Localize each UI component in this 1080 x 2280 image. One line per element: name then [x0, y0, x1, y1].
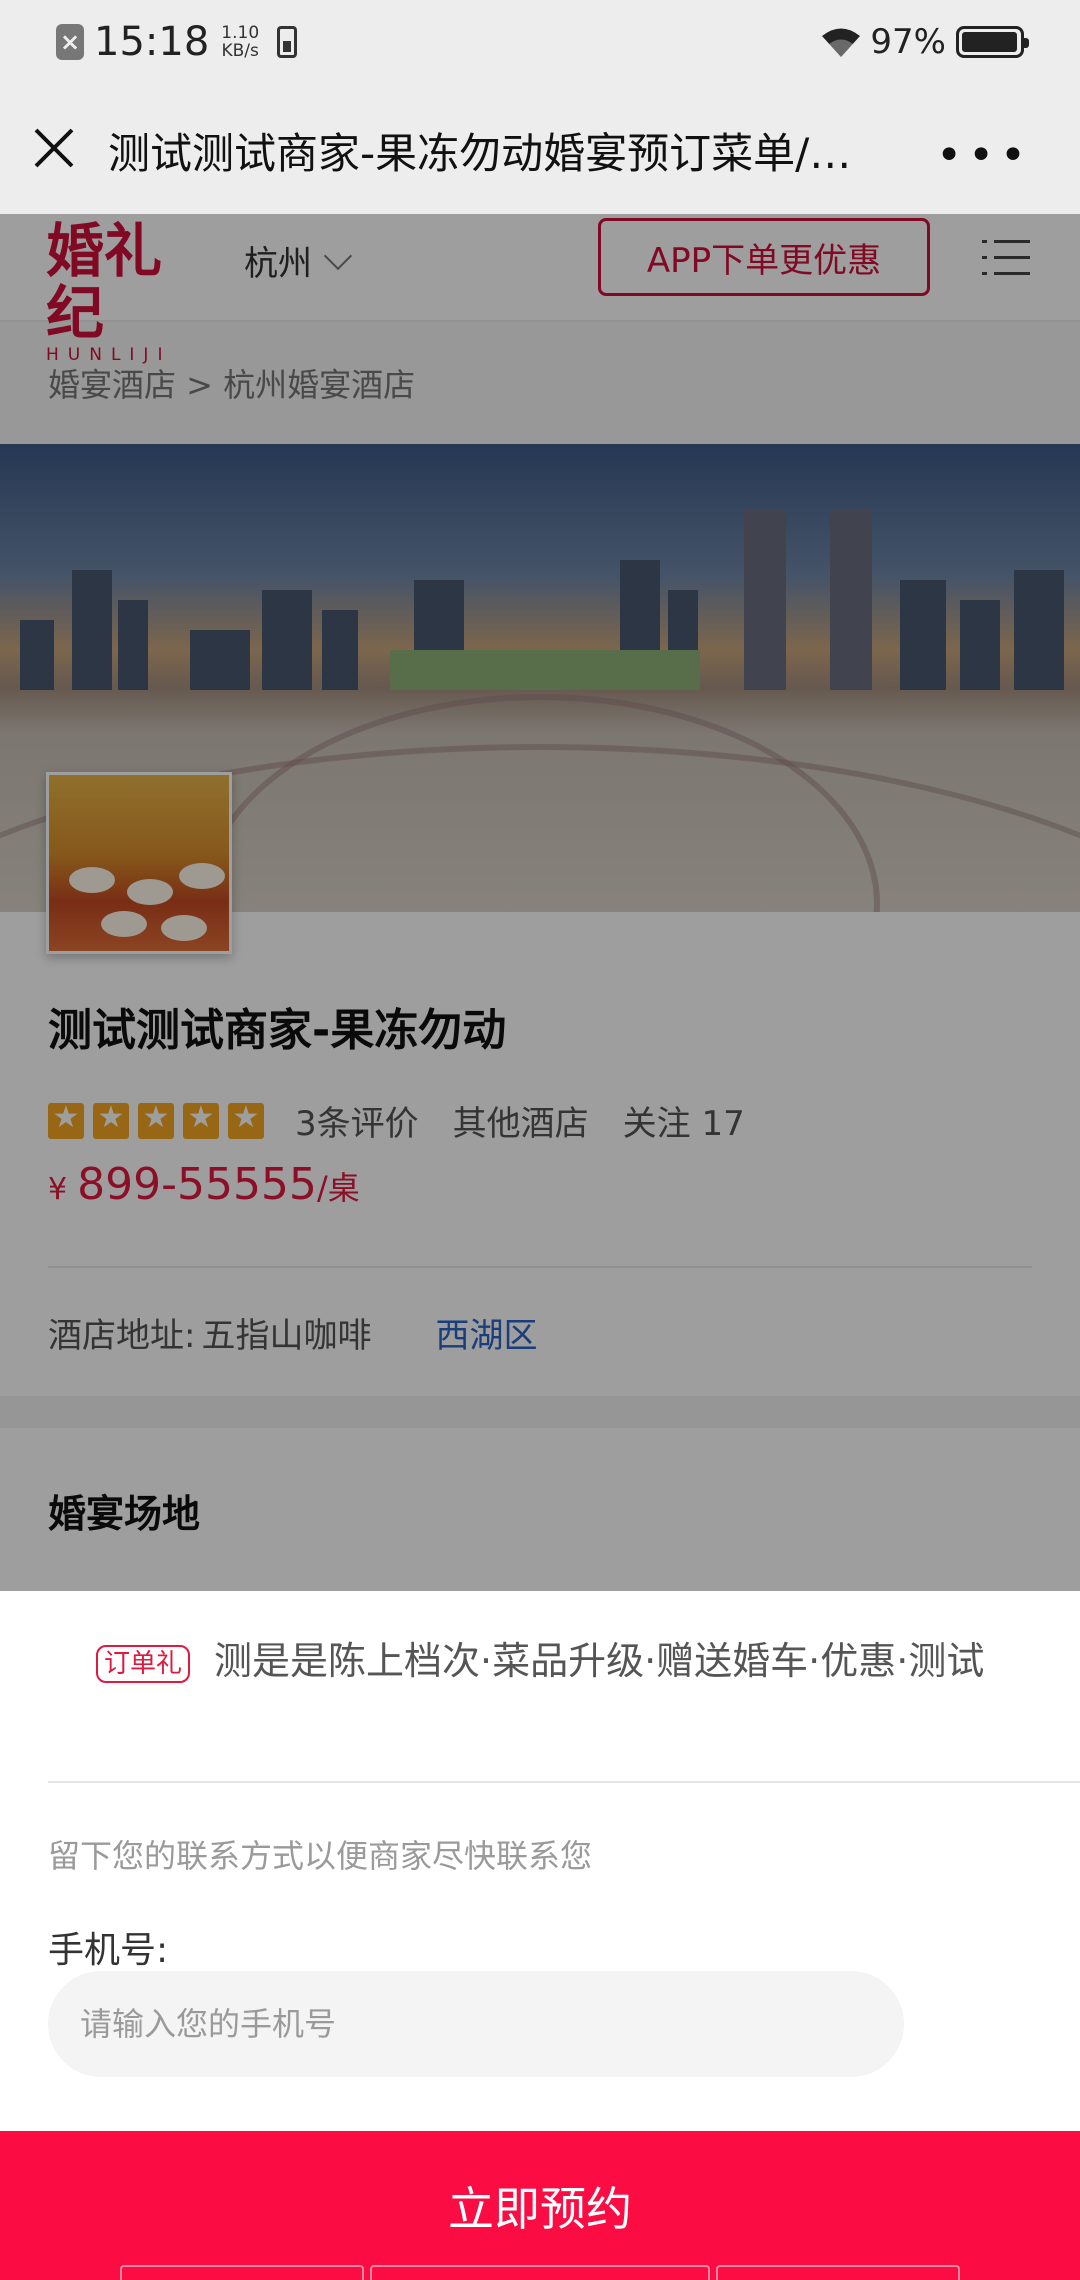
- promo-banner: 订单礼 测是是陈上档次·菜品升级·赠送婚车·优惠·测试: [96, 1635, 1036, 1687]
- booking-sheet: 订单礼 测是是陈上档次·菜品升级·赠送婚车·优惠·测试 留下您的联系方式以便商家尽…: [0, 1591, 1080, 2280]
- webview-titlebar: 测试测试商家-果冻勿动婚宴预订菜单/… •••: [0, 84, 1080, 214]
- promo-text: 测是是陈上档次·菜品升级·赠送婚车·优惠·测试: [214, 1639, 985, 1683]
- status-bar: × 15:18 1.10 KB/s 97%: [0, 0, 1080, 84]
- book-now-button[interactable]: 立即预约: [0, 2131, 1080, 2280]
- battery-icon: [956, 26, 1029, 58]
- close-icon[interactable]: [28, 122, 80, 174]
- more-options-button[interactable]: •••: [936, 130, 1032, 181]
- phone-input[interactable]: [48, 1971, 904, 2077]
- page-title: 测试测试商家-果冻勿动婚宴预订菜单/…: [108, 129, 852, 178]
- divider: [48, 1781, 1080, 1783]
- battery-percent: 97%: [870, 22, 946, 62]
- hidden-tab-edge: [716, 2265, 960, 2280]
- contact-hint: 留下您的联系方式以便商家尽快联系您: [48, 1837, 593, 1875]
- status-time: 15:18: [94, 19, 210, 65]
- hidden-tab-edge: [120, 2265, 364, 2280]
- status-left: × 15:18 1.10 KB/s: [56, 18, 298, 66]
- notification-icon: ×: [56, 24, 84, 60]
- network-speed-value: 1.10: [221, 23, 260, 43]
- phone-label: 手机号:: [48, 1930, 169, 1971]
- hidden-tab-edge: [370, 2265, 710, 2280]
- network-speed-unit: KB/s: [221, 41, 259, 61]
- status-right: 97%: [818, 18, 1029, 66]
- modal-backdrop[interactable]: [0, 214, 1080, 1591]
- order-gift-tag: 订单礼: [96, 1644, 191, 1683]
- wifi-icon: [822, 28, 861, 57]
- battery-saver-icon: [277, 26, 298, 58]
- network-speed: 1.10 KB/s: [221, 24, 259, 60]
